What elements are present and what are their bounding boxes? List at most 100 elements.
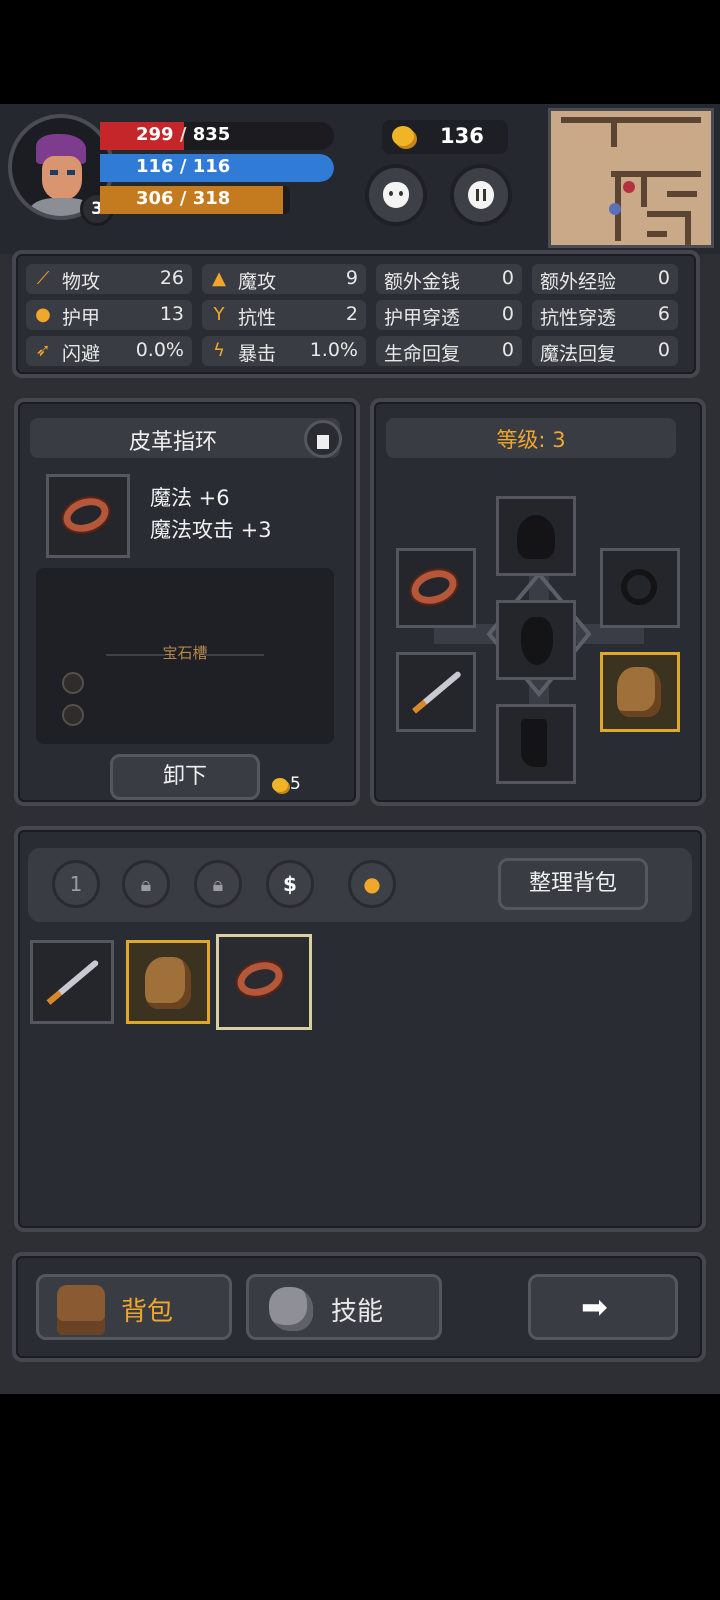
ring-icon — [59, 492, 113, 538]
stat-value: 0.0% — [135, 339, 184, 361]
chalice-icon: Y — [213, 304, 225, 325]
gloves-icon — [617, 667, 661, 717]
stat-value: 13 — [159, 303, 184, 325]
lightning-icon: ϟ — [213, 340, 225, 361]
gem-slot-label: 宝石槽 — [162, 644, 208, 662]
stat-cell: Y 抗性 2 — [202, 300, 366, 330]
equip-slot-boots[interactable] — [496, 704, 576, 784]
stat-label: 闪避 — [62, 343, 101, 365]
equip-slot-helmet[interactable] — [496, 496, 576, 576]
equip-slot-armor[interactable] — [496, 600, 576, 680]
equip-slot-weapon[interactable] — [396, 652, 476, 732]
stat-label: 物攻 — [62, 271, 101, 293]
pause-button[interactable] — [450, 164, 512, 226]
helmet-silhouette-icon — [517, 515, 555, 559]
stat-label: 护甲穿透 — [384, 307, 461, 329]
stat-label: 额外经验 — [540, 271, 617, 293]
stat-label: 护甲 — [62, 307, 101, 329]
armor-silhouette-icon — [521, 617, 553, 665]
ring-icon — [233, 956, 287, 1002]
equip-slot-gloves[interactable] — [600, 652, 680, 732]
stat-value: 0 — [501, 303, 514, 325]
map-player-marker — [609, 203, 621, 215]
pause-icon — [468, 181, 494, 209]
equipment-level-bar: 等级: 3 — [386, 418, 676, 458]
pet-button[interactable] — [365, 164, 427, 226]
stats-panel: ⟋ 物攻 26 ▲ 魔攻 9 额外金钱 0 额外经验 0 ● 护甲 13 Y 抗性 2 护甲穿透 0 抗性穿透 6 ➶ 闪… — [12, 250, 700, 378]
stat-cell: 额外金钱 0 — [376, 264, 522, 294]
item-bonus-2: 魔法攻击 +3 — [150, 518, 272, 542]
trash-icon — [317, 432, 329, 449]
dollar-icon: $ — [283, 872, 297, 896]
stat-label: 抗性 — [238, 307, 277, 329]
inventory-panel: 1 🔒︎ 🔒︎ $ ● 整理背包 — [14, 826, 706, 1232]
game-screen: 3 299 / 835 116 / 116 306 / 318 136 ⟋ 物攻… — [0, 104, 720, 1394]
fist-icon — [269, 1287, 313, 1331]
gold-counter: 136 — [382, 120, 508, 154]
owl-icon — [383, 182, 409, 208]
hp-current: 299 — [136, 124, 174, 145]
sword-icon: ⟋ — [36, 268, 50, 289]
boots-silhouette-icon — [521, 719, 547, 767]
stat-value: 26 — [159, 267, 184, 289]
stat-value: 0 — [501, 267, 514, 289]
bottom-nav: 背包 技能 ➡︎ — [12, 1252, 706, 1362]
bag-button[interactable]: 背包 — [36, 1274, 232, 1340]
stat-cell: ϟ 暴击 1.0% — [202, 336, 366, 366]
coin-icon — [392, 126, 414, 146]
item-name: 皮革指环 — [128, 430, 217, 455]
skill-label: 技能 — [331, 1297, 384, 1327]
mp-separator: / — [179, 156, 187, 177]
hp-max: 835 — [192, 124, 231, 145]
xp-current: 306 — [136, 188, 174, 209]
unequip-label: 卸下 — [162, 764, 207, 789]
stat-label: 魔法回复 — [540, 343, 617, 365]
xp-max: 318 — [192, 188, 231, 209]
item-name-bar: 皮革指环 — [30, 418, 340, 458]
dagger-icon — [412, 670, 462, 714]
gem-socket-2[interactable] — [62, 704, 84, 726]
pet-tab[interactable]: ● — [348, 860, 396, 908]
stat-value: 0 — [657, 267, 670, 289]
coin-icon — [272, 778, 288, 792]
selected-item-slot — [46, 474, 130, 558]
ring-icon — [407, 564, 461, 610]
skill-button[interactable]: 技能 — [246, 1274, 442, 1340]
bag-tab-locked-2[interactable]: 🔒︎ — [194, 860, 242, 908]
stat-value: 9 — [345, 267, 358, 289]
gem-slot-area: 宝石槽 — [36, 568, 334, 744]
sell-tab[interactable]: $ — [266, 860, 314, 908]
gem-socket-1[interactable] — [62, 672, 84, 694]
inventory-slot-1[interactable] — [30, 940, 114, 1024]
equip-slot-ring[interactable] — [396, 548, 476, 628]
minimap[interactable] — [548, 108, 714, 248]
stat-value: 0 — [657, 339, 670, 361]
item-bonus-1: 魔法 +6 — [150, 486, 230, 510]
arrow-right-icon: ➡︎ — [581, 1288, 608, 1326]
equip-slot-amulet[interactable] — [600, 548, 680, 628]
mp-current: 116 — [136, 156, 174, 177]
stat-label: 生命回复 — [384, 343, 461, 365]
stat-label: 抗性穿透 — [540, 307, 617, 329]
map-enemy-marker — [623, 181, 635, 193]
gold-amount: 136 — [440, 124, 484, 148]
bag-tab-locked-1[interactable]: 🔒︎ — [122, 860, 170, 908]
mp-bar: 116 / 116 — [100, 154, 334, 182]
next-button[interactable]: ➡︎ — [528, 1274, 678, 1340]
gloves-icon — [145, 957, 191, 1009]
stat-value: 1.0% — [309, 339, 358, 361]
unequip-button[interactable]: 卸下 — [110, 754, 260, 800]
sell-price: 5 — [290, 774, 301, 794]
stat-cell: 生命回复 0 — [376, 336, 522, 366]
inventory-slot-3[interactable] — [216, 934, 312, 1030]
bag-tab-1[interactable]: 1 — [52, 860, 100, 908]
inventory-slot-2[interactable] — [126, 940, 210, 1024]
sort-bag-button[interactable]: 整理背包 — [498, 858, 648, 910]
stat-cell: 魔法回复 0 — [532, 336, 678, 366]
stat-label: 魔攻 — [238, 271, 277, 293]
stat-cell: ⟋ 物攻 26 — [26, 264, 192, 294]
running-icon: ➶ — [35, 340, 51, 361]
hp-separator: / — [179, 124, 187, 145]
magic-hat-icon: ▲ — [212, 268, 226, 289]
discard-button[interactable] — [304, 420, 342, 458]
